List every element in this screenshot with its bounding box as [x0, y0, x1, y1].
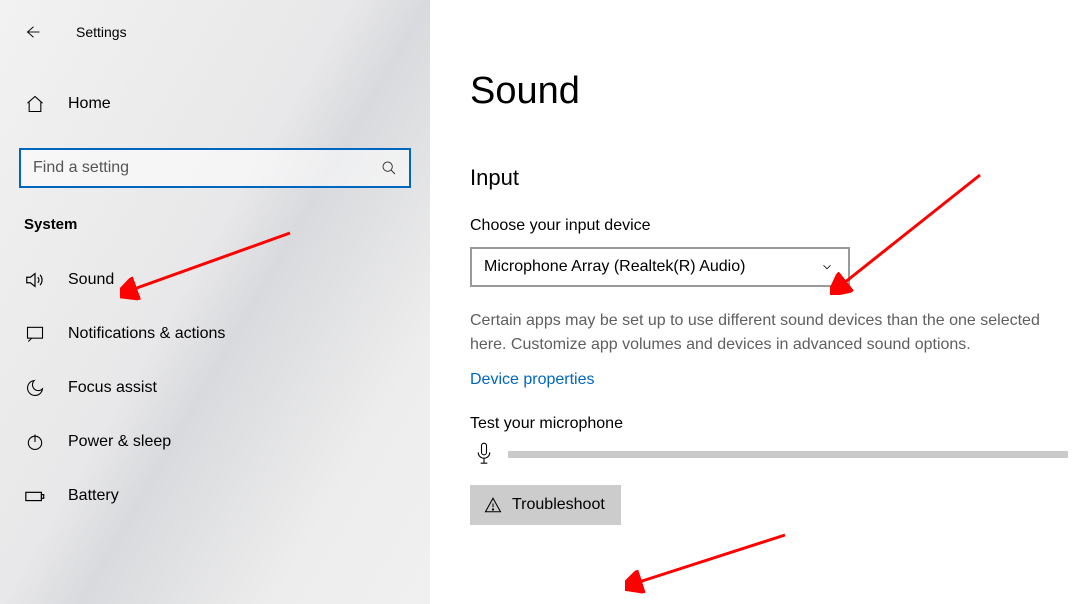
- speaker-icon: [24, 269, 46, 291]
- choose-input-label: Choose your input device: [470, 217, 1080, 235]
- notifications-icon: [24, 324, 46, 344]
- sidebar-item-focus-assist[interactable]: Focus assist: [0, 361, 430, 415]
- device-properties-link[interactable]: Device properties: [470, 371, 595, 389]
- home-label: Home: [68, 95, 111, 113]
- sidebar-section-title: System: [24, 216, 430, 233]
- troubleshoot-label: Troubleshoot: [512, 496, 605, 514]
- help-text: Certain apps may be set up to use differ…: [470, 309, 1070, 357]
- sidebar-item-label: Focus assist: [68, 379, 157, 397]
- microphone-icon: [470, 441, 498, 467]
- power-icon: [24, 432, 46, 452]
- page-title: Sound: [470, 70, 1080, 113]
- search-icon: [381, 160, 397, 176]
- sidebar-item-label: Battery: [68, 487, 119, 505]
- mic-level-row: [470, 441, 1080, 467]
- search-container: [19, 148, 411, 188]
- warning-icon: [484, 496, 502, 514]
- sidebar-item-label: Sound: [68, 271, 114, 289]
- dropdown-value: Microphone Array (Realtek(R) Audio): [484, 258, 836, 276]
- main-content: Sound Input Choose your input device Mic…: [430, 0, 1080, 604]
- sidebar-item-power-sleep[interactable]: Power & sleep: [0, 415, 430, 469]
- sidebar-item-label: Notifications & actions: [68, 325, 225, 343]
- input-heading: Input: [470, 165, 1080, 191]
- sidebar-menu: Sound Notifications & actions Focus assi…: [0, 253, 430, 523]
- search-input[interactable]: [33, 159, 381, 177]
- back-button[interactable]: [12, 12, 52, 52]
- sidebar-item-notifications[interactable]: Notifications & actions: [0, 307, 430, 361]
- mic-level-bar: [508, 451, 1068, 458]
- sidebar-item-battery[interactable]: Battery: [0, 469, 430, 523]
- sidebar-item-home[interactable]: Home: [0, 82, 430, 126]
- chevron-down-icon: [820, 260, 834, 274]
- app-title: Settings: [76, 24, 127, 40]
- moon-icon: [24, 378, 46, 398]
- back-arrow-icon: [23, 23, 41, 41]
- title-bar: Settings: [0, 12, 430, 52]
- home-icon: [24, 94, 46, 114]
- input-device-dropdown[interactable]: Microphone Array (Realtek(R) Audio): [470, 247, 850, 287]
- troubleshoot-button[interactable]: Troubleshoot: [470, 485, 621, 525]
- search-box[interactable]: [19, 148, 411, 188]
- sidebar-item-sound[interactable]: Sound: [0, 253, 430, 307]
- sidebar-item-label: Power & sleep: [68, 433, 171, 451]
- battery-icon: [24, 485, 46, 507]
- sidebar: Settings Home System: [0, 0, 430, 604]
- test-mic-label: Test your microphone: [470, 415, 1080, 433]
